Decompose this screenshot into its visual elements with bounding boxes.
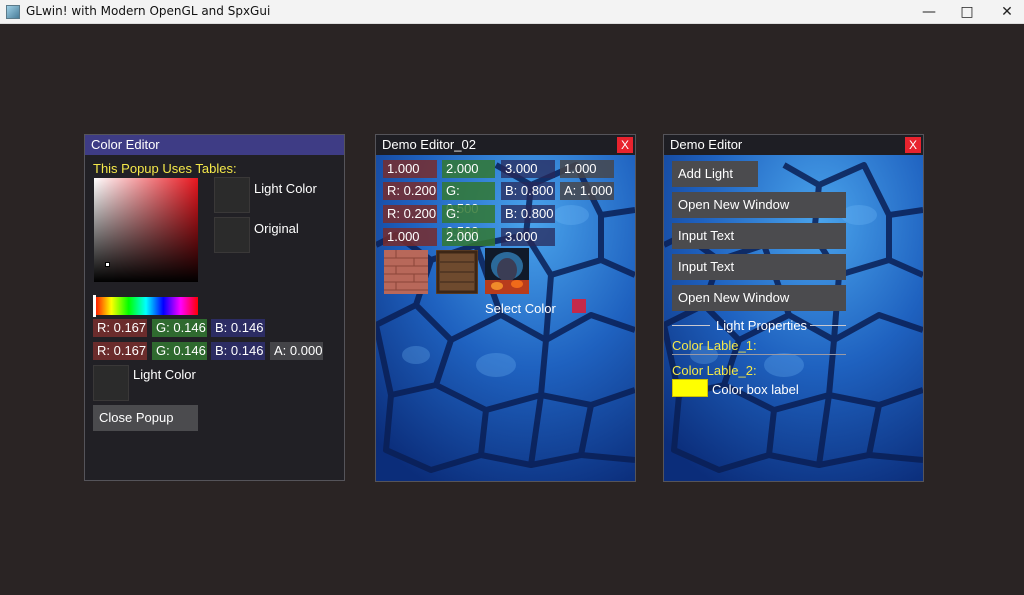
color-label-2: Color Lable_2:: [672, 363, 757, 378]
red-value-field[interactable]: R: 0.200: [383, 182, 437, 200]
red-value-field[interactable]: R: 0.167: [93, 319, 147, 337]
light-color-swatch-2[interactable]: [93, 365, 129, 401]
float-field-6[interactable]: 2.000: [442, 228, 495, 246]
light-properties-label: Light Properties: [716, 318, 808, 333]
green-value-field[interactable]: G: 0.500: [442, 182, 495, 216]
blue-value-field[interactable]: B: 0.800: [501, 182, 555, 200]
separator-left: [672, 325, 710, 326]
color-editor-title[interactable]: Color Editor: [85, 135, 344, 155]
select-color-swatch[interactable]: [572, 299, 586, 313]
wood-crate-texture-thumbnail[interactable]: [436, 250, 478, 294]
popup-heading: This Popup Uses Tables:: [93, 161, 237, 176]
close-window-button[interactable]: ✕: [984, 0, 1024, 24]
blue-value-field-rgba[interactable]: B: 0.146: [211, 342, 265, 360]
float-field-1[interactable]: 1.000: [383, 160, 437, 178]
fantasy-art-texture-thumbnail[interactable]: [485, 248, 529, 294]
close-popup-button[interactable]: Close Popup: [93, 405, 198, 431]
float-field-3[interactable]: 3.000: [501, 160, 555, 178]
color-box[interactable]: [672, 379, 708, 397]
demo-editor-02-title[interactable]: Demo Editor_02: [376, 135, 635, 155]
light-color-label: Light Color: [254, 181, 317, 196]
blue-value-field[interactable]: B: 0.146: [211, 319, 265, 337]
saturation-value-picker[interactable]: [94, 178, 198, 282]
green-value-field-rgba[interactable]: G: 0.146: [152, 342, 207, 360]
green-value-field-2[interactable]: G: 0.500: [442, 205, 495, 239]
demo-editor-panel: Demo Editor X Add Light Open New Window …: [663, 134, 924, 482]
open-new-window-button[interactable]: Open New Window: [672, 192, 846, 218]
original-label: Original: [254, 221, 299, 236]
demo-editor-02-panel: Demo Editor_02 X 1.000 2.000 3.000 1.000…: [375, 134, 636, 482]
open-new-window-button-2[interactable]: Open New Window: [672, 285, 846, 311]
app-icon: [6, 5, 20, 19]
float-field-4[interactable]: 1.000: [560, 160, 614, 178]
brick-texture-thumbnail[interactable]: [384, 250, 428, 294]
select-color-label: Select Color: [485, 301, 556, 316]
demo-editor-title[interactable]: Demo Editor: [664, 135, 923, 155]
os-title-bar: GLwin! with Modern OpenGL and SpxGui — □…: [0, 0, 1024, 24]
input-text-button-2[interactable]: Input Text: [672, 254, 846, 280]
window-title: GLwin! with Modern OpenGL and SpxGui: [26, 4, 271, 18]
float-field-2[interactable]: 2.000: [442, 160, 495, 178]
alpha-value-field[interactable]: A: 1.000: [560, 182, 614, 200]
color-label-1: Color Lable_1:: [672, 338, 757, 353]
light-color-label-2: Light Color: [133, 367, 196, 382]
red-value-field-2[interactable]: R: 0.200: [383, 205, 437, 223]
float-field-7[interactable]: 3.000: [501, 228, 555, 246]
float-field-5[interactable]: 1.000: [383, 228, 437, 246]
input-text-button[interactable]: Input Text: [672, 223, 846, 249]
red-value-field-rgba[interactable]: R: 0.167: [93, 342, 147, 360]
hue-slider-handle[interactable]: [93, 295, 96, 317]
picker-cursor[interactable]: [105, 262, 110, 267]
close-icon[interactable]: X: [617, 137, 633, 153]
original-color-swatch[interactable]: [214, 217, 250, 253]
add-light-button[interactable]: Add Light: [672, 161, 758, 187]
blue-value-field-2[interactable]: B: 0.800: [501, 205, 555, 223]
color-box-label: Color box label: [712, 382, 799, 397]
alpha-value-field[interactable]: A: 0.000: [270, 342, 323, 360]
color-editor-panel: Color Editor This Popup Uses Tables: Lig…: [84, 134, 345, 481]
separator-right: [810, 325, 846, 326]
hue-slider[interactable]: [93, 295, 198, 317]
light-color-swatch[interactable]: [214, 177, 250, 213]
green-value-field[interactable]: G: 0.146: [152, 319, 207, 337]
separator-line: [672, 354, 846, 355]
close-icon[interactable]: X: [905, 137, 921, 153]
